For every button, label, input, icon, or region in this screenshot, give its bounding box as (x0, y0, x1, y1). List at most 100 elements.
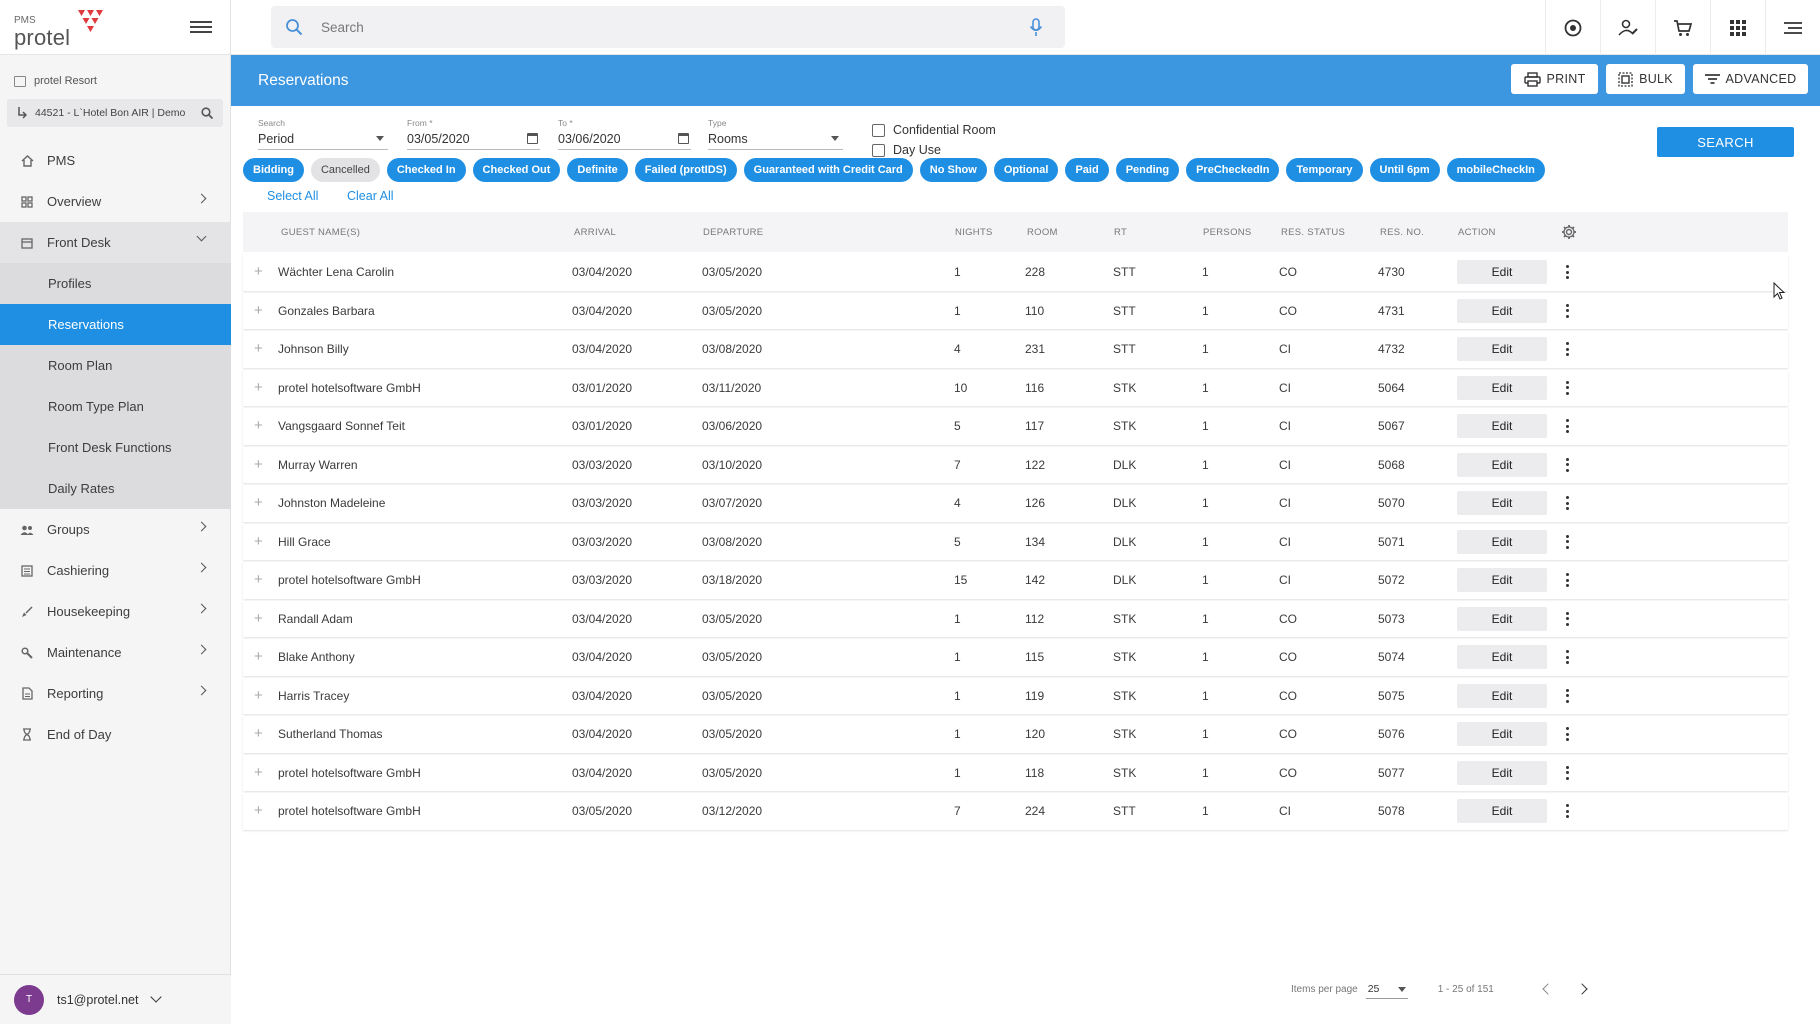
status-chip[interactable]: mobileCheckIn (1446, 158, 1545, 182)
column-header[interactable]: RT (1114, 227, 1127, 238)
column-header[interactable]: NIGHTS (955, 227, 993, 238)
expand-row-icon[interactable]: + (254, 571, 263, 588)
table-row[interactable]: + Gonzales Barbara 03/04/2020 03/05/2020 1 11… (243, 292, 1788, 329)
search-type-select[interactable]: Search Period (258, 118, 388, 150)
edit-button[interactable]: Edit (1457, 606, 1547, 631)
edit-button[interactable]: Edit (1457, 722, 1547, 746)
table-row[interactable]: + protel hotelsoftware GmbH 03/03/2020 03/1… (243, 562, 1788, 599)
table-row[interactable]: + Blake Anthony 03/04/2020 03/05/2020 1 115 ST… (243, 639, 1788, 676)
gear-icon[interactable] (1561, 224, 1577, 240)
edit-button[interactable]: Edit (1457, 529, 1547, 554)
edit-button[interactable]: Edit (1457, 645, 1547, 669)
more-actions-icon[interactable] (1561, 379, 1573, 397)
column-header[interactable]: ARRIVAL (574, 227, 616, 238)
edit-button[interactable]: Edit (1457, 452, 1547, 477)
sidebar-item-front-desk-functions[interactable]: Front Desk Functions (0, 427, 231, 468)
edit-button[interactable]: Edit (1457, 683, 1547, 708)
nav-item-maintenance[interactable]: Maintenance (0, 632, 231, 673)
table-row[interactable]: + Hill Grace 03/03/2020 03/08/2020 5 134 DLK 1 C… (243, 523, 1788, 560)
more-actions-icon[interactable] (1561, 533, 1573, 551)
menu-button[interactable] (1765, 0, 1820, 55)
expand-row-icon[interactable]: + (254, 610, 263, 627)
status-chip[interactable]: Guaranteed with Credit Card (743, 158, 913, 182)
edit-button[interactable]: Edit (1457, 337, 1547, 361)
edit-button[interactable]: Edit (1457, 799, 1547, 823)
edit-button[interactable]: Edit (1457, 491, 1547, 515)
status-chip[interactable]: Checked Out (472, 158, 561, 182)
status-chip[interactable]: Bidding (243, 158, 304, 182)
confidential-room-checkbox[interactable]: Confidential Room (872, 123, 996, 137)
to-date-field[interactable]: To * 03/06/2020 (558, 118, 691, 150)
status-chip[interactable]: Definite (567, 158, 628, 182)
status-chip[interactable]: Checked In (386, 158, 466, 182)
sidebar-item-room-type-plan[interactable]: Room Type Plan (0, 386, 231, 427)
nav-item-end-of-day[interactable]: End of Day (0, 714, 231, 755)
expand-row-icon[interactable]: + (254, 725, 263, 742)
table-row[interactable]: + protel hotelsoftware GmbH 03/01/2020 03/1… (243, 369, 1788, 406)
more-actions-icon[interactable] (1561, 494, 1573, 512)
column-header[interactable]: ACTION (1458, 227, 1496, 238)
next-page-button[interactable] (1568, 975, 1596, 1003)
more-actions-icon[interactable] (1561, 725, 1573, 743)
expand-row-icon[interactable]: + (254, 302, 263, 319)
expand-row-icon[interactable]: + (254, 494, 263, 511)
more-actions-icon[interactable] (1561, 263, 1573, 281)
more-actions-icon[interactable] (1561, 802, 1573, 820)
table-row[interactable]: + Wächter Lena Carolin 03/04/2020 03/05/202… (243, 254, 1788, 291)
calendar-icon[interactable] (678, 133, 689, 144)
items-per-page-select[interactable]: 25 (1365, 979, 1408, 999)
print-button[interactable]: PRINT (1511, 64, 1598, 94)
global-search-input[interactable]: Search (271, 6, 1065, 48)
expand-row-icon[interactable]: + (254, 340, 263, 357)
expand-row-icon[interactable]: + (254, 648, 263, 665)
search-icon[interactable] (201, 107, 213, 119)
nav-item-reporting[interactable]: Reporting (0, 673, 231, 714)
table-row[interactable]: + Vangsgaard Sonnef Teit 03/01/2020 03/06/2… (243, 408, 1788, 445)
day-use-checkbox[interactable]: Day Use (872, 143, 941, 157)
expand-row-icon[interactable]: + (254, 764, 263, 781)
select-all-link[interactable]: Select All (267, 189, 318, 203)
edit-button[interactable]: Edit (1457, 298, 1547, 323)
expand-row-icon[interactable]: + (254, 456, 263, 473)
status-chip[interactable]: No Show (919, 158, 987, 182)
expand-row-icon[interactable]: + (254, 379, 263, 396)
sidebar-item-reservations[interactable]: Reservations (0, 304, 231, 345)
edit-button[interactable]: Edit (1457, 260, 1547, 284)
status-chip[interactable]: Temporary (1286, 158, 1363, 182)
status-chip[interactable]: Paid (1065, 158, 1109, 182)
column-header[interactable]: PERSONS (1203, 227, 1252, 238)
nav-item-pms[interactable]: PMS (0, 140, 231, 181)
table-row[interactable]: + Murray Warren 03/03/2020 03/10/2020 7 122 DL… (243, 446, 1788, 483)
nav-item-overview[interactable]: Overview (0, 181, 231, 222)
user-menu[interactable]: T ts1@protel.net (0, 974, 231, 1024)
status-chip[interactable]: Cancelled (310, 158, 380, 182)
hamburger-menu-icon[interactable] (190, 18, 212, 36)
column-header[interactable]: GUEST NAME(S) (281, 227, 360, 238)
sidebar-item-daily-rates[interactable]: Daily Rates (0, 468, 231, 509)
edit-button[interactable]: Edit (1457, 375, 1547, 400)
nav-item-groups[interactable]: Groups (0, 509, 231, 550)
column-header[interactable]: RES. NO. (1380, 227, 1424, 238)
table-row[interactable]: + Johnson Billy 03/04/2020 03/08/2020 4 231 ST… (243, 331, 1788, 368)
table-row[interactable]: + Harris Tracey 03/04/2020 03/05/2020 1 119 ST… (243, 677, 1788, 714)
column-header[interactable]: DEPARTURE (703, 227, 763, 238)
more-actions-icon[interactable] (1561, 610, 1573, 628)
expand-row-icon[interactable]: + (254, 533, 263, 550)
nav-item-cashiering[interactable]: Cashiering (0, 550, 231, 591)
previous-page-button[interactable] (1534, 975, 1562, 1003)
calendar-icon[interactable] (527, 133, 538, 144)
table-row[interactable]: + Johnston Madeleine 03/03/2020 03/07/2020 4… (243, 485, 1788, 522)
nav-item-front-desk[interactable]: Front Desk (0, 222, 231, 263)
status-chip[interactable]: Optional (993, 158, 1059, 182)
sidebar-item-room-plan[interactable]: Room Plan (0, 345, 231, 386)
more-actions-icon[interactable] (1561, 456, 1573, 474)
expand-row-icon[interactable]: + (254, 417, 263, 434)
expand-row-icon[interactable]: + (254, 802, 263, 819)
search-button[interactable]: SEARCH (1657, 127, 1794, 157)
microphone-icon[interactable] (1029, 18, 1043, 37)
table-row[interactable]: + Randall Adam 03/04/2020 03/05/2020 1 112 STK… (243, 600, 1788, 637)
nav-item-housekeeping[interactable]: Housekeeping (0, 591, 231, 632)
status-chip[interactable]: Pending (1115, 158, 1180, 182)
more-actions-icon[interactable] (1561, 571, 1573, 589)
more-actions-icon[interactable] (1561, 417, 1573, 435)
